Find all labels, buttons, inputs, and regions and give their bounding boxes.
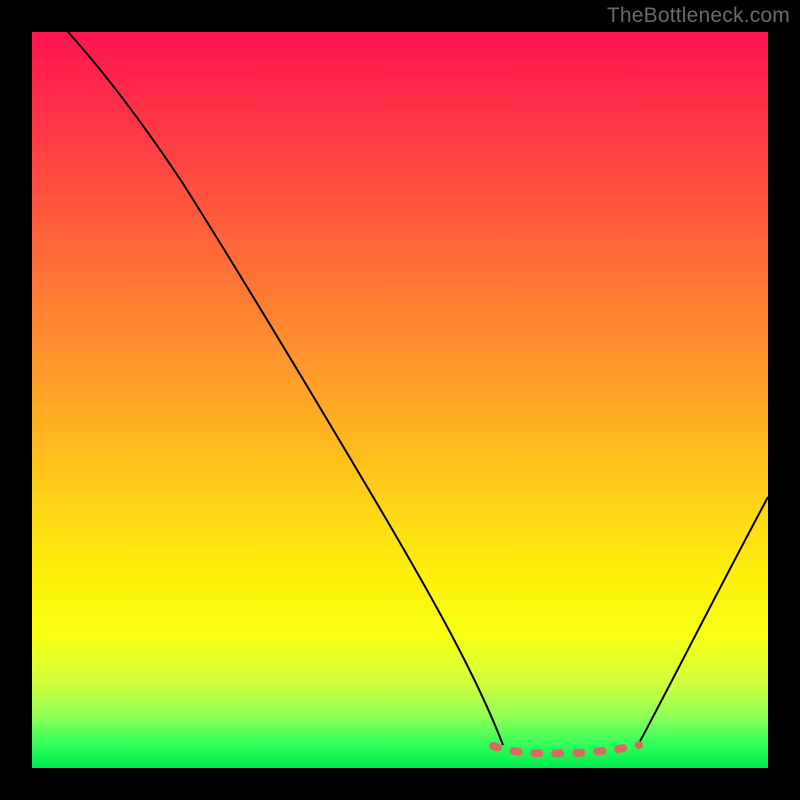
- curve-right-branch: [638, 497, 768, 745]
- curve-left-branch: [68, 32, 503, 745]
- plot-area: [32, 32, 768, 768]
- chart-frame: TheBottleneck.com: [0, 0, 800, 800]
- minimum-marker-band: [493, 745, 639, 753]
- curve-overlay: [32, 32, 768, 768]
- watermark-text: TheBottleneck.com: [607, 4, 790, 28]
